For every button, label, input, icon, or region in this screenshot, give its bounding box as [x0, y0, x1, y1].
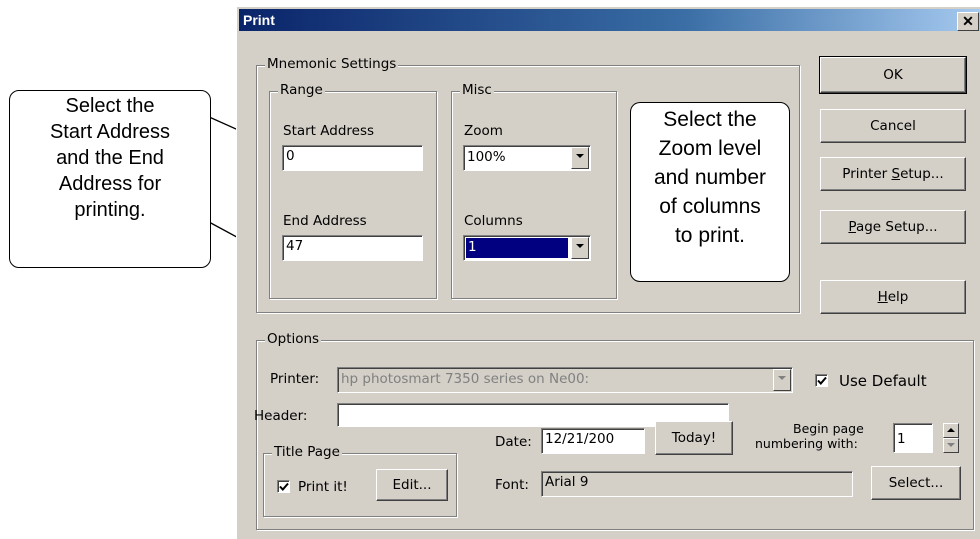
printer-dropdown-button[interactable]: [773, 369, 791, 391]
begin-page-spinner[interactable]: [943, 423, 959, 453]
columns-label: Columns: [464, 213, 523, 229]
select-font-button[interactable]: Select...: [871, 466, 961, 500]
callout-line: Zoom level: [658, 137, 762, 160]
printer-label: Printer:: [270, 371, 320, 387]
zoom-dropdown-button[interactable]: [571, 147, 589, 169]
zoom-label: Zoom: [464, 123, 503, 139]
callout-line: and number: [653, 166, 767, 189]
spin-down-button[interactable]: [943, 438, 959, 453]
columns-select[interactable]: 1: [463, 235, 591, 261]
chevron-down-icon: [576, 244, 584, 248]
callout-line: printing.: [74, 199, 146, 221]
today-label: Today!: [671, 430, 717, 446]
zoom-select[interactable]: 100%: [463, 145, 591, 171]
begin-page-input[interactable]: 1: [893, 423, 933, 453]
page-setup-label: age Setup...: [855, 219, 938, 235]
chevron-down-icon: [576, 154, 584, 158]
range-label: Range: [278, 82, 325, 98]
start-address-label: Start Address: [283, 123, 375, 139]
edit-button[interactable]: Edit...: [376, 469, 448, 501]
header-label: Header:: [254, 408, 308, 424]
print-it-label: Print it!: [298, 479, 348, 495]
help-label: elp: [887, 289, 909, 305]
begin-page-label-1: Begin page: [793, 421, 864, 436]
edit-label: Edit...: [392, 477, 432, 493]
print-it-checkbox[interactable]: [277, 480, 290, 493]
begin-page-label-2: numbering with:: [755, 436, 858, 451]
printer-setup-mnemonic: S: [891, 166, 901, 182]
end-address-label: End Address: [283, 213, 367, 229]
close-icon: ✕: [962, 13, 974, 29]
help-button[interactable]: Help: [820, 280, 966, 314]
callout-line: to print.: [674, 224, 746, 247]
ok-button[interactable]: OK: [819, 56, 967, 94]
start-address-input[interactable]: 0: [282, 145, 423, 171]
chevron-down-icon: [778, 376, 786, 380]
printer-select[interactable]: hp photosmart 7350 series on Ne00:: [337, 367, 793, 393]
zoom-value: 100%: [467, 149, 506, 165]
callout-line: Select the: [663, 108, 757, 131]
printer-setup-label-pre: Printer: [842, 166, 892, 182]
columns-dropdown-button[interactable]: [571, 237, 589, 259]
callout-line: of columns: [659, 195, 761, 218]
callout-address-range: Select the Start Address and the End Add…: [9, 90, 211, 268]
spin-down-icon: [947, 443, 955, 447]
printer-value: hp photosmart 7350 series on Ne00:: [341, 371, 590, 387]
date-input[interactable]: 12/21/200: [541, 428, 645, 454]
printer-setup-button[interactable]: Printer Setup...: [820, 157, 966, 191]
end-address-input[interactable]: 47: [282, 235, 423, 261]
cancel-button[interactable]: Cancel: [820, 109, 966, 143]
today-button[interactable]: Today!: [655, 421, 733, 455]
callout-line: Address for: [58, 173, 162, 195]
font-label: Font:: [495, 477, 529, 493]
cancel-label: Cancel: [870, 118, 916, 134]
help-mnemonic: H: [877, 289, 888, 305]
font-display: Arial 9: [541, 471, 853, 497]
columns-value: 1: [466, 238, 568, 258]
print-dialog: Print ✕ Mnemonic Settings Range Start Ad…: [236, 6, 980, 539]
page-setup-mnemonic: P: [848, 219, 856, 235]
printer-setup-label-post: etup...: [900, 166, 944, 182]
page-setup-button[interactable]: Page Setup...: [820, 210, 966, 244]
callout-line: Select the: [65, 95, 155, 117]
options-label: Options: [265, 331, 322, 347]
mnemonic-settings-label: Mnemonic Settings: [265, 56, 399, 72]
dialog-title: Print: [243, 12, 275, 28]
callout-line: Start Address: [49, 121, 171, 143]
title-bar[interactable]: Print ✕: [239, 9, 980, 31]
checkmark-icon: [817, 376, 827, 385]
callout-line: and the End: [56, 147, 164, 169]
checkmark-icon: [279, 482, 289, 491]
use-default-checkbox[interactable]: [815, 374, 828, 387]
use-default-label: Use Default: [839, 372, 927, 390]
title-page-label: Title Page: [272, 444, 342, 460]
close-button[interactable]: ✕: [957, 12, 979, 31]
misc-label: Misc: [460, 82, 494, 98]
spin-up-icon: [947, 428, 955, 432]
select-label: Select...: [888, 475, 944, 491]
ok-label: OK: [883, 67, 903, 83]
spin-up-button[interactable]: [943, 423, 959, 438]
date-label: Date:: [495, 434, 532, 450]
callout-zoom-columns: Select the Zoom level and number of colu…: [630, 102, 790, 282]
